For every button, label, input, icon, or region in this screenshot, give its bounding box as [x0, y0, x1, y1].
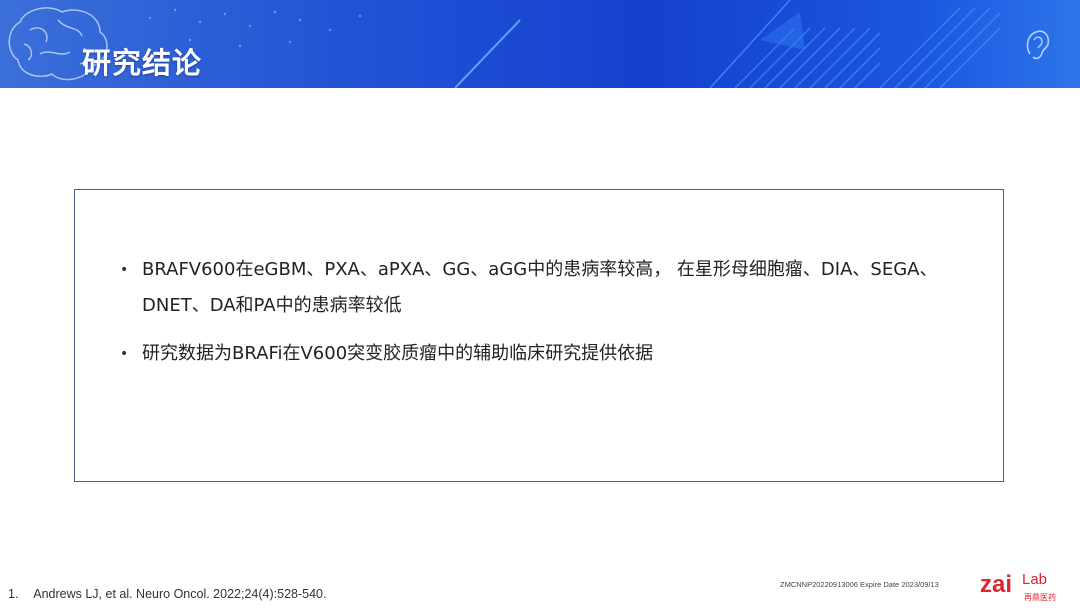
expire-date-text: ZMCNNP20220913006 Expire Date 2023/09/13: [780, 580, 939, 589]
header-banner: 研究结论: [0, 0, 1080, 88]
reference-number: 1.: [8, 587, 19, 601]
conclusion-list: • BRAFV600在eGBM、PXA、aPXA、GG、aGG中的患病率较高， …: [120, 252, 990, 384]
reference-text: Andrews LJ, et al. Neuro Oncol. 2022;24(…: [33, 587, 327, 601]
bullet-text: 研究数据为BRAFi在V600突变胶质瘤中的辅助临床研究提供依据: [142, 343, 654, 364]
list-item: • 研究数据为BRAFi在V600突变胶质瘤中的辅助临床研究提供依据: [120, 336, 990, 372]
page-title: 研究结论: [82, 46, 203, 80]
svg-text:Lab: Lab: [1022, 571, 1047, 588]
list-item: • BRAFV600在eGBM、PXA、aPXA、GG、aGG中的患病率较高， …: [120, 252, 990, 324]
ear-icon: [1026, 30, 1050, 60]
logo-mark: zai Lab 再鼎医药: [980, 571, 1056, 602]
bullet-glyph: •: [120, 262, 129, 278]
bullet-glyph: •: [120, 346, 129, 362]
reference-footnote: 1. Andrews LJ, et al. Neuro Oncol. 2022;…: [8, 587, 326, 601]
zailab-logo: zai Lab 再鼎医药: [980, 566, 1076, 604]
bullet-text: BRAFV600在eGBM、PXA、aPXA、GG、aGG中的患病率较高， 在星…: [142, 259, 938, 316]
svg-text:zai: zai: [980, 571, 1012, 598]
svg-text:再鼎医药: 再鼎医药: [1024, 592, 1056, 602]
